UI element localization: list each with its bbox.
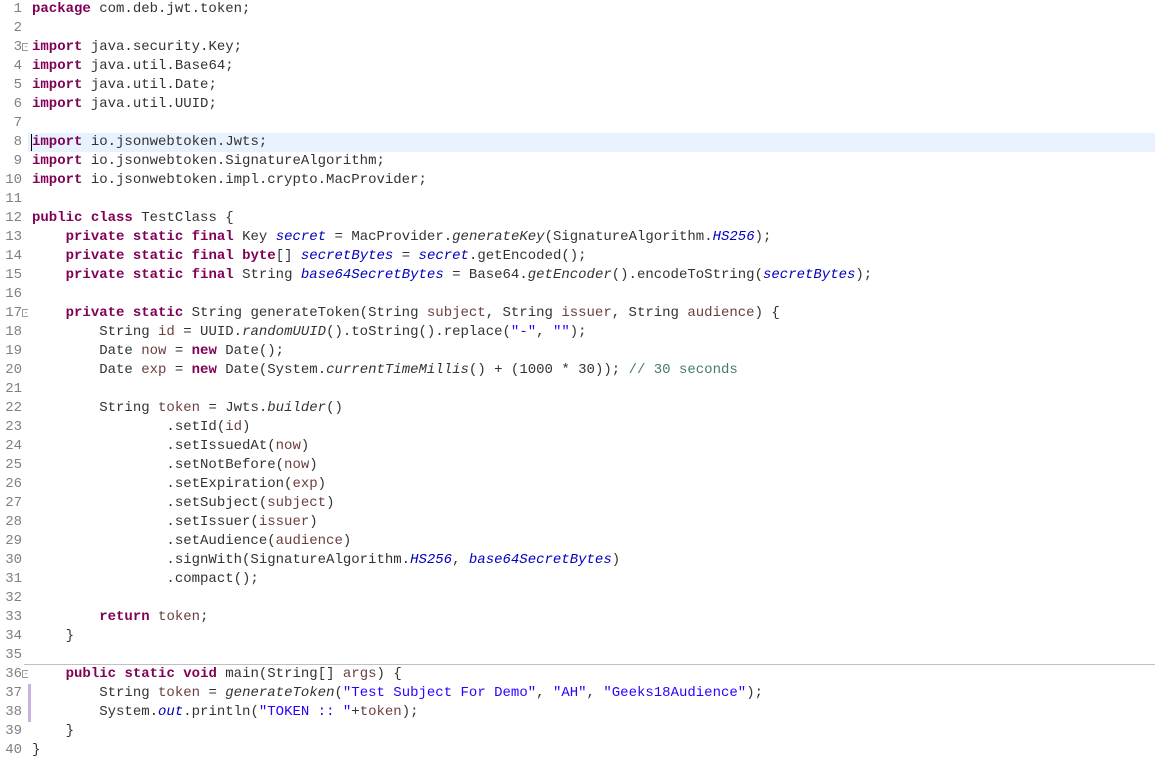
line-number[interactable]: 33	[0, 608, 28, 627]
line-number[interactable]: 37	[0, 684, 28, 703]
code-line[interactable]: .setIssuedAt(now)	[28, 437, 1155, 456]
code-line[interactable]	[24, 646, 1155, 665]
code-line[interactable]: }	[28, 627, 1155, 646]
code-line[interactable]: import io.jsonwebtoken.SignatureAlgorith…	[28, 152, 1155, 171]
line-number[interactable]: 31	[0, 570, 28, 589]
code-line[interactable]: .setSubject(subject)	[28, 494, 1155, 513]
line-number[interactable]: 28	[0, 513, 28, 532]
change-marker	[28, 703, 31, 722]
line-number[interactable]: 25	[0, 456, 28, 475]
line-number[interactable]: 8	[0, 133, 28, 152]
line-number[interactable]: 34	[0, 627, 28, 646]
line-number[interactable]: 10	[0, 171, 28, 190]
code-line[interactable]: import java.security.Key;	[28, 38, 1155, 57]
line-number[interactable]: 39	[0, 722, 28, 741]
code-line[interactable]	[28, 589, 1155, 608]
change-marker	[28, 684, 31, 703]
code-content-area[interactable]: package com.deb.jwt.token; import java.se…	[28, 0, 1155, 768]
code-line[interactable]: public class TestClass {	[28, 209, 1155, 228]
code-line[interactable]	[28, 285, 1155, 304]
code-line[interactable]: String id = UUID.randomUUID().toString()…	[28, 323, 1155, 342]
code-line[interactable]: .signWith(SignatureAlgorithm.HS256, base…	[28, 551, 1155, 570]
code-line[interactable]: import java.util.Date;	[28, 76, 1155, 95]
line-number[interactable]: 23	[0, 418, 28, 437]
line-number[interactable]: 20	[0, 361, 28, 380]
line-number[interactable]: 16	[0, 285, 28, 304]
code-line[interactable]: package com.deb.jwt.token;	[28, 0, 1155, 19]
code-line[interactable]: System.out.println("TOKEN :: "+token);	[28, 703, 1155, 722]
code-line[interactable]: .setExpiration(exp)	[28, 475, 1155, 494]
code-line[interactable]: return token;	[28, 608, 1155, 627]
line-number[interactable]: 18	[0, 323, 28, 342]
line-number[interactable]: 27	[0, 494, 28, 513]
line-number[interactable]: 30	[0, 551, 28, 570]
code-line[interactable]: import io.jsonwebtoken.Jwts;	[28, 133, 1155, 152]
code-line[interactable]: }	[28, 741, 1155, 760]
code-line[interactable]: private static final String base64Secret…	[28, 266, 1155, 285]
code-line[interactable]: .setIssuer(issuer)	[28, 513, 1155, 532]
line-number[interactable]: 1	[0, 0, 28, 19]
line-number[interactable]: 40	[0, 741, 28, 760]
line-number[interactable]: 36-	[0, 665, 28, 684]
line-number[interactable]: 21	[0, 380, 28, 399]
line-number[interactable]: 14	[0, 247, 28, 266]
code-line[interactable]: Date now = new Date();	[28, 342, 1155, 361]
text-cursor	[31, 134, 32, 151]
line-number[interactable]: 4	[0, 57, 28, 76]
code-line[interactable]: private static String generateToken(Stri…	[28, 304, 1155, 323]
code-editor[interactable]: 123-4567891011121314151617-1819202122232…	[0, 0, 1155, 768]
code-line[interactable]: String token = generateToken("Test Subje…	[28, 684, 1155, 703]
line-number[interactable]: 3-	[0, 38, 28, 57]
line-number[interactable]: 15	[0, 266, 28, 285]
line-number[interactable]: 29	[0, 532, 28, 551]
code-line[interactable]: private static final byte[] secretBytes …	[28, 247, 1155, 266]
code-line[interactable]	[28, 380, 1155, 399]
code-line[interactable]: .setId(id)	[28, 418, 1155, 437]
line-number[interactable]: 13	[0, 228, 28, 247]
code-line[interactable]: }	[28, 722, 1155, 741]
line-number[interactable]: 2	[0, 19, 28, 38]
code-line[interactable]	[28, 19, 1155, 38]
line-number[interactable]: 11	[0, 190, 28, 209]
code-line[interactable]: Date exp = new Date(System.currentTimeMi…	[28, 361, 1155, 380]
code-line[interactable]	[28, 190, 1155, 209]
code-line[interactable]: .setNotBefore(now)	[28, 456, 1155, 475]
code-line[interactable]: public static void main(String[] args) {	[28, 665, 1155, 684]
line-number[interactable]: 6	[0, 95, 28, 114]
line-number[interactable]: 24	[0, 437, 28, 456]
line-number[interactable]: 7	[0, 114, 28, 133]
line-number[interactable]: 26	[0, 475, 28, 494]
code-line[interactable]	[28, 114, 1155, 133]
code-line[interactable]: import java.util.UUID;	[28, 95, 1155, 114]
code-line[interactable]: private static final Key secret = MacPro…	[28, 228, 1155, 247]
line-number[interactable]: 5	[0, 76, 28, 95]
code-line[interactable]: import io.jsonwebtoken.impl.crypto.MacPr…	[28, 171, 1155, 190]
line-number[interactable]: 19	[0, 342, 28, 361]
line-number[interactable]: 22	[0, 399, 28, 418]
line-number[interactable]: 9	[0, 152, 28, 171]
code-line[interactable]: String token = Jwts.builder()	[28, 399, 1155, 418]
line-number[interactable]: 32	[0, 589, 28, 608]
code-line[interactable]: .compact();	[28, 570, 1155, 589]
code-line[interactable]: .setAudience(audience)	[28, 532, 1155, 551]
line-number[interactable]: 17-	[0, 304, 28, 323]
line-number[interactable]: 12	[0, 209, 28, 228]
code-line[interactable]: import java.util.Base64;	[28, 57, 1155, 76]
line-number[interactable]: 38	[0, 703, 28, 722]
